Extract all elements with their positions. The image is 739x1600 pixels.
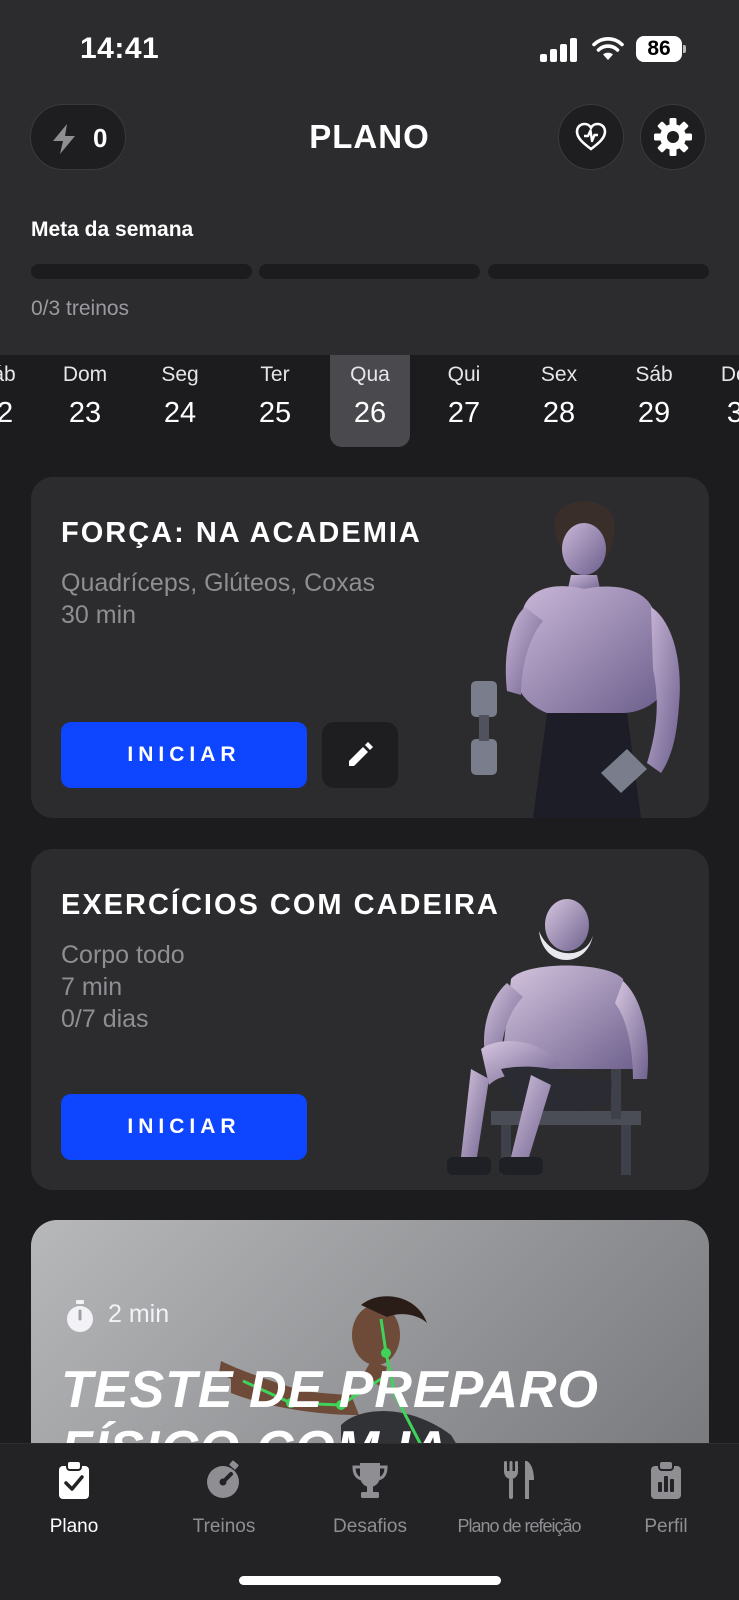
day-item[interactable]: Sex 28 <box>519 355 599 447</box>
workout-body-area: Corpo todo <box>61 941 185 969</box>
tab-treinos[interactable]: Treinos <box>170 1444 278 1554</box>
workout-duration: 30 min <box>61 601 137 629</box>
workout-days-progress: 0/7 dias <box>61 1005 149 1033</box>
fork-knife-icon <box>504 1461 534 1499</box>
day-item[interactable]: Qui 27 <box>424 355 504 447</box>
battery-level: 86 <box>636 36 682 62</box>
clipboard-check-icon <box>59 1460 89 1499</box>
workout-title: EXERCÍCIOS COM CADEIRA <box>61 889 500 921</box>
profile-chart-icon <box>651 1460 681 1499</box>
day-item[interactable]: Ter 25 <box>235 355 315 447</box>
header-panel: 14:41 86 0 PLANO Meta da semana 0/3 trei… <box>0 0 739 355</box>
pencil-icon <box>349 742 373 766</box>
start-button[interactable]: INICIAR <box>61 1094 307 1160</box>
goal-segment <box>488 264 709 279</box>
trophy-icon <box>352 1463 388 1498</box>
day-item[interactable]: Dom 30 <box>703 355 739 447</box>
tab-plano-de-refeicao[interactable]: Plano de refeição <box>444 1444 594 1554</box>
page-title: PLANO <box>309 118 430 155</box>
day-item[interactable]: Sáb 29 <box>614 355 694 447</box>
day-item-selected[interactable]: Qua 26 <box>330 355 410 447</box>
status-bar: 14:41 86 <box>0 30 739 70</box>
workout-card-gym-strength[interactable]: FORÇA: NA ACADEMIA Quadríceps, Glúteos, … <box>31 477 709 818</box>
cellular-signal-icon <box>540 38 578 62</box>
day-item[interactable]: Dom 23 <box>45 355 125 447</box>
health-button[interactable] <box>558 104 624 170</box>
tab-plano[interactable]: Plano <box>20 1444 128 1554</box>
heart-pulse-icon <box>575 122 607 151</box>
day-item[interactable]: Seg 24 <box>140 355 220 447</box>
tab-desafios[interactable]: Desafios <box>315 1444 425 1554</box>
status-time: 14:41 <box>80 32 160 65</box>
weekly-goal-progress <box>31 264 709 279</box>
test-duration-label: 2 min <box>108 1300 170 1328</box>
goal-segment <box>259 264 480 279</box>
edit-workout-button[interactable] <box>322 722 398 788</box>
weekly-goal-count: 0/3 treinos <box>31 297 130 320</box>
settings-button[interactable] <box>640 104 706 170</box>
stopwatch-icon <box>207 1460 239 1498</box>
old-man-chair-image <box>447 899 648 1175</box>
muscular-man-dumbbells-image <box>471 501 680 818</box>
wifi-icon <box>592 37 624 60</box>
day-item[interactable]: Sáb 22 <box>0 355 37 447</box>
stopwatch-icon <box>67 1300 93 1332</box>
weekly-goal-label: Meta da semana <box>31 218 194 241</box>
home-indicator <box>239 1576 501 1585</box>
day-selector: Sáb 22 Dom 23 Seg 24 Ter 25 Qua 26 Qui 2… <box>0 355 739 447</box>
workout-title: FORÇA: NA ACADEMIA <box>61 517 422 549</box>
tab-perfil[interactable]: Perfil <box>612 1444 720 1554</box>
goal-segment <box>31 264 252 279</box>
workout-duration: 7 min <box>61 973 123 1001</box>
gear-icon <box>654 118 692 156</box>
battery-icon: 86 <box>636 36 686 62</box>
start-button[interactable]: INICIAR <box>61 722 307 788</box>
workout-muscles: Quadríceps, Glúteos, Coxas <box>61 569 376 597</box>
workout-card-chair[interactable]: EXERCÍCIOS COM CADEIRA Corpo todo 7 min … <box>31 849 709 1190</box>
